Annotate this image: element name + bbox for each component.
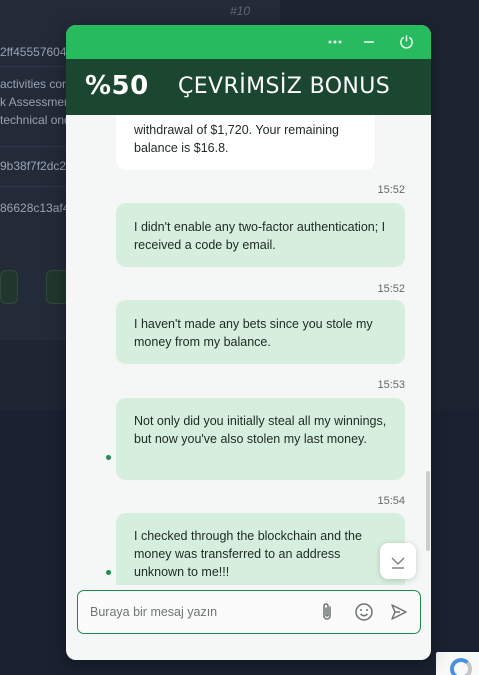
more-icon	[328, 40, 342, 44]
banner-title: ÇEVRİMSİZ BONUS	[178, 74, 391, 99]
agent-message: withdrawal of $1,720. Your remaining bal…	[116, 115, 375, 170]
promo-banner[interactable]: %50 ÇEVRİMSİZ BONUS	[66, 59, 431, 115]
end-chat-button[interactable]	[394, 30, 418, 54]
message-text: I didn't enable any two-factor authentic…	[134, 220, 386, 252]
message-text: Not only did you initially steal all my …	[134, 414, 387, 446]
recaptcha-badge[interactable]	[436, 652, 479, 675]
message-time: 15:53	[377, 379, 405, 391]
message-time: 15:54	[377, 495, 405, 507]
ticket-id: #10	[230, 4, 251, 18]
message-text: withdrawal of $1,720. Your remaining bal…	[134, 123, 339, 155]
attach-button[interactable]	[315, 600, 339, 624]
message-list[interactable]: withdrawal of $1,720. Your remaining bal…	[66, 115, 431, 585]
message-time: 15:52	[377, 283, 405, 295]
power-icon	[399, 35, 413, 49]
chevron-down-icon	[391, 557, 405, 569]
more-options-button[interactable]	[323, 30, 347, 54]
scrollbar-thumb[interactable]	[426, 471, 430, 551]
emoji-button[interactable]	[352, 600, 376, 624]
emoji-icon	[355, 603, 373, 621]
message-text: I checked through the blockchain and the…	[134, 529, 362, 579]
chat-header	[66, 25, 431, 59]
recaptcha-icon	[450, 658, 472, 675]
user-message: I haven't made any bets since you stole …	[116, 300, 405, 364]
minimize-button[interactable]	[357, 30, 381, 54]
message-text: I haven't made any bets since you stole …	[134, 317, 373, 349]
message-time: 15:52	[377, 184, 405, 196]
minimize-icon	[364, 40, 374, 43]
banner-percent: %50	[85, 71, 149, 101]
message-input[interactable]	[90, 601, 300, 623]
user-message: I didn't enable any two-factor authentic…	[116, 203, 405, 267]
send-icon	[391, 604, 407, 620]
user-message: Not only did you initially steal all my …	[116, 398, 405, 480]
send-button[interactable]	[387, 600, 411, 624]
user-message: I checked through the blockchain and the…	[116, 513, 405, 585]
message-composer	[77, 590, 421, 634]
delivered-indicator	[106, 570, 111, 575]
delivered-indicator	[106, 455, 111, 460]
chat-widget: %50 ÇEVRİMSİZ BONUS withdrawal of $1,720…	[66, 25, 431, 660]
scroll-to-bottom-button[interactable]	[380, 543, 416, 579]
paperclip-icon	[323, 603, 331, 620]
page-button[interactable]	[0, 270, 18, 304]
